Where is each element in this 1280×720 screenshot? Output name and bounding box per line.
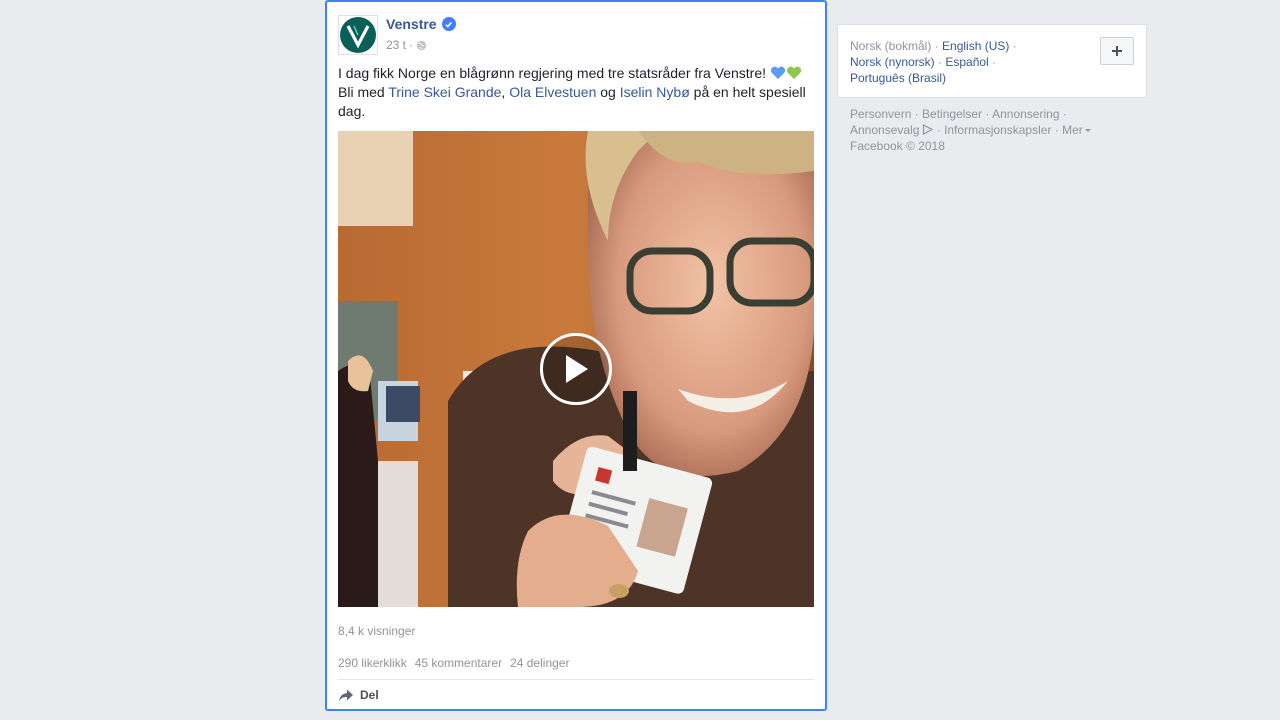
meta-separator: · (409, 38, 414, 52)
verified-badge-icon (441, 17, 456, 31)
likes-count[interactable]: 290 likerklikk (338, 656, 407, 670)
mention-ola-elvestuen[interactable]: Ola Elvestuen (509, 84, 596, 100)
comments-count[interactable]: 45 kommentarer (415, 656, 502, 670)
action-divider (338, 679, 814, 680)
post-header: Venstre 23 t · (338, 14, 814, 56)
current-language: Norsk (bokmål) (850, 39, 932, 53)
page-name-row: Venstre (386, 16, 456, 32)
mention-trine-skei-grande[interactable]: Trine Skei Grande (388, 84, 501, 100)
language-list: Norsk (bokmål) · English (US) · Norsk (n… (850, 39, 1017, 85)
share-label: Del (360, 688, 379, 702)
language-norsk-nynorsk[interactable]: Norsk (nynorsk) (850, 55, 935, 69)
view-count: 8,4 k visninger (338, 624, 416, 638)
footer-link-annonsevalg[interactable]: Annonsevalg (850, 123, 919, 137)
post-message: I dag fikk Norge en blågrønn regjering m… (338, 64, 816, 121)
play-icon (566, 355, 588, 383)
language-english-us[interactable]: English (US) (942, 39, 1009, 53)
language-selector: Norsk (bokmål) · English (US) · Norsk (n… (837, 24, 1147, 98)
play-button[interactable] (540, 333, 612, 405)
post-card: Venstre 23 t · I dag fikk Norge en blågr… (325, 0, 827, 711)
footer-links: Personvern · Betingelser · Annonsering ·… (850, 106, 1120, 154)
language-portugues-brasil[interactable]: Português (Brasil) (850, 71, 946, 85)
copyright: Facebook © 2018 (850, 139, 945, 153)
page-name-link[interactable]: Venstre (386, 16, 437, 32)
engagement-stats: 290 likerklikk 45 kommentarer 24 delinge… (338, 656, 569, 670)
venstre-logo (340, 17, 376, 53)
video-player[interactable] (338, 131, 814, 607)
footer-link-mer[interactable]: Mer (1062, 123, 1083, 137)
footer-link-personvern[interactable]: Personvern (850, 107, 911, 121)
footer-link-informasjonskapsler[interactable]: Informasjonskapsler (944, 123, 1051, 137)
mention-iselin-nybo[interactable]: Iselin Nybø (620, 84, 690, 100)
language-espanol[interactable]: Español (945, 55, 988, 69)
blue-heart-icon (770, 66, 785, 79)
shares-count[interactable]: 24 delinger (510, 656, 569, 670)
adchoices-icon (923, 124, 934, 135)
message-text-2: Bli med (338, 84, 389, 100)
footer-link-annonsering[interactable]: Annonsering (992, 107, 1059, 121)
share-button[interactable]: Del (338, 688, 379, 702)
page-avatar[interactable] (338, 15, 378, 55)
chevron-down-icon (1084, 129, 1091, 132)
globe-icon[interactable] (416, 40, 427, 51)
post-meta: 23 t · (386, 38, 427, 52)
add-language-button[interactable] (1100, 37, 1134, 65)
post-timestamp[interactable]: 23 t (386, 38, 406, 52)
plus-icon (1112, 46, 1122, 56)
share-arrow-icon (339, 689, 353, 701)
message-og: og (596, 84, 620, 100)
message-text-1: I dag fikk Norge en blågrønn regjering m… (338, 65, 770, 81)
footer-link-betingelser[interactable]: Betingelser (922, 107, 982, 121)
green-heart-icon (786, 66, 801, 79)
